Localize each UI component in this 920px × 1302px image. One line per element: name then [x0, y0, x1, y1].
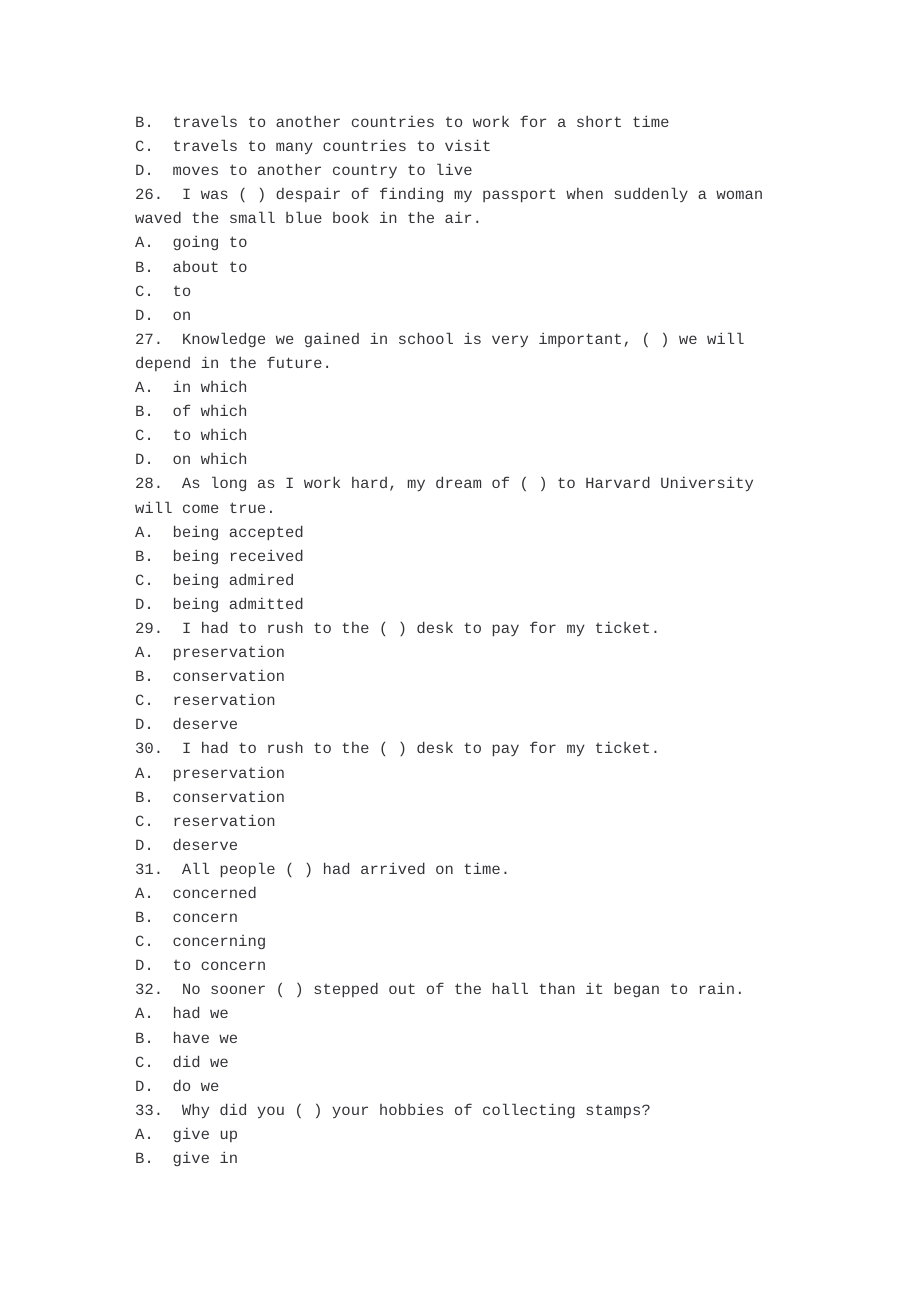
text-line: A. in which [135, 379, 248, 398]
text-line: B. give in [135, 1150, 239, 1169]
text-line: 27. Knowledge we gained in school is ver… [135, 330, 745, 349]
text-line: 33. Why did you ( ) your hobbies of coll… [135, 1101, 651, 1120]
text-line: waved the small blue book in the air. [135, 210, 482, 229]
text-line: depend in the future. [135, 354, 332, 373]
text-line: B. conservation [135, 788, 286, 807]
text-line: B. of which [135, 403, 248, 422]
text-line: D. to concern [135, 957, 267, 976]
text-line: D. do we [135, 1077, 220, 1096]
text-line: D. on which [135, 451, 248, 470]
text-line: 29. I had to rush to the ( ) desk to pay… [135, 619, 661, 638]
text-line: D. being admitted [135, 595, 304, 614]
text-line: A. had we [135, 1005, 229, 1024]
text-line: A. give up [135, 1125, 239, 1144]
text-line: A. being accepted [135, 523, 304, 542]
text-line: B. have we [135, 1029, 239, 1048]
text-line: C. to [135, 282, 192, 301]
text-line: will come true. [135, 499, 276, 518]
text-line: 30. I had to rush to the ( ) desk to pay… [135, 740, 661, 759]
text-line: B. concern [135, 909, 239, 928]
text-line: B. travels to another countries to work … [135, 114, 670, 132]
text-line: C. concerning [135, 933, 267, 952]
text-line: C. reservation [135, 692, 276, 711]
text-line: C. to which [135, 427, 248, 446]
text-line: A. preservation [135, 644, 286, 663]
text-line: 32. No sooner ( ) stepped out of the hal… [135, 981, 745, 1000]
document-page: B. travels to another countries to work … [0, 0, 920, 1302]
text-line: A. preservation [135, 764, 286, 783]
text-line: B. conservation [135, 668, 286, 687]
text-line: D. moves to another country to live [135, 162, 473, 181]
text-line: C. being admired [135, 571, 295, 590]
text-line: D. deserve [135, 716, 239, 735]
text-line: C. did we [135, 1053, 229, 1072]
question-text-block: B. travels to another countries to work … [135, 111, 775, 1171]
text-line: 28. As long as I work hard, my dream of … [135, 475, 754, 494]
text-line: A. concerned [135, 885, 257, 903]
text-line: A. going to [135, 234, 248, 253]
text-line: D. deserve [135, 836, 239, 855]
text-line: C. reservation [135, 812, 276, 831]
text-line: D. on [135, 306, 192, 325]
text-line: B. being received [135, 547, 304, 566]
text-line: 26. I was ( ) despair of finding my pass… [135, 186, 764, 205]
text-line: B. about to [135, 258, 248, 277]
text-line: 31. All people ( ) had arrived on time. [135, 860, 511, 879]
text-line: C. travels to many countries to visit [135, 138, 492, 157]
